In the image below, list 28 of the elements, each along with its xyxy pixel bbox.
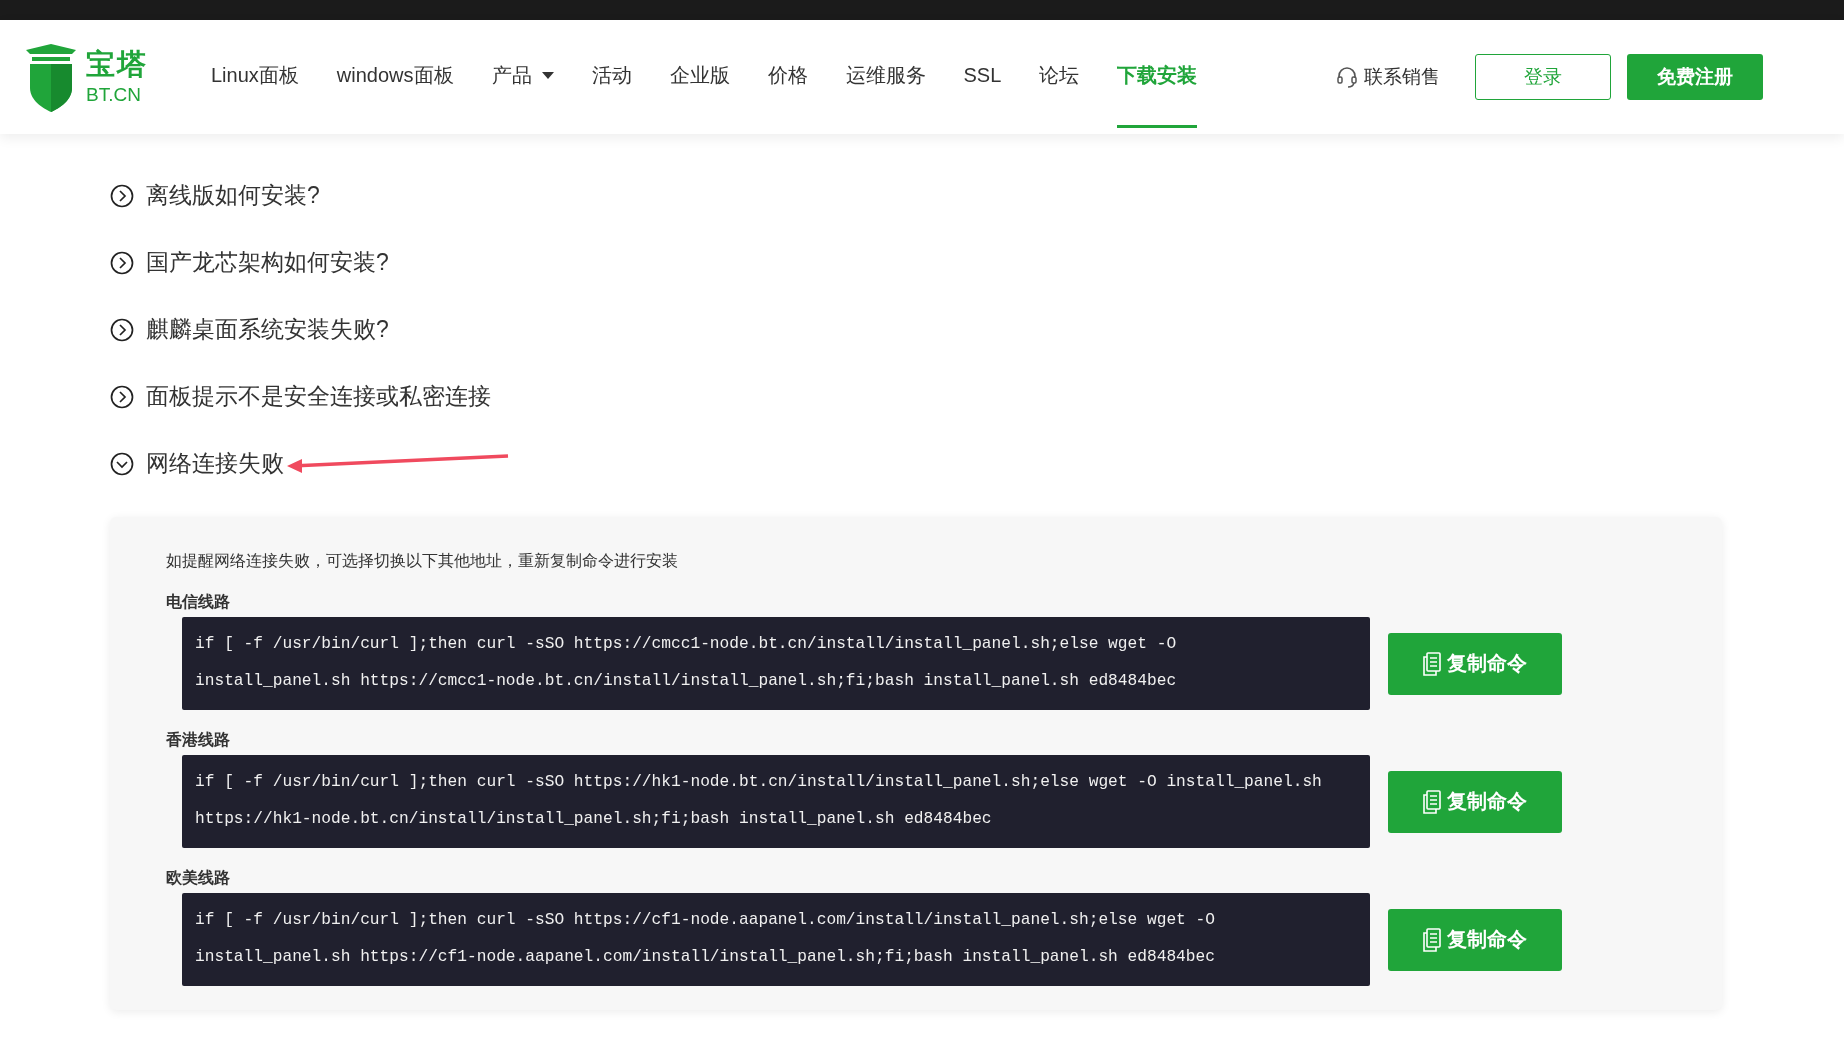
- faq-question[interactable]: 国产龙芯架构如何安装?: [146, 247, 389, 278]
- headset-icon: [1336, 66, 1359, 88]
- nav-link[interactable]: 论坛: [1020, 20, 1099, 134]
- document-icon: [1423, 651, 1441, 676]
- nav-link[interactable]: 价格: [748, 20, 827, 134]
- faq-question[interactable]: 离线版如何安装?: [146, 180, 320, 211]
- route-label: 电信线路: [166, 592, 231, 612]
- logo-domain: BT.CN: [86, 85, 142, 104]
- route-label: 香港线路: [166, 730, 231, 750]
- nav-link[interactable]: 产品: [472, 20, 573, 134]
- faq-question[interactable]: 麒麟桌面系统安装失败?: [146, 314, 389, 345]
- nav-link[interactable]: Linux面板: [192, 20, 318, 134]
- intro-text: 如提醒网络连接失败，可选择切换以下其他地址，重新复制命令进行安装: [166, 551, 679, 571]
- document-icon: [1423, 789, 1441, 814]
- nav-link[interactable]: 活动: [572, 20, 651, 134]
- document-icon: [1423, 927, 1441, 952]
- nav-link[interactable]: windows面板: [317, 20, 473, 134]
- route-label: 欧美线路: [166, 868, 231, 888]
- faq-question[interactable]: 网络连接失败: [146, 448, 284, 479]
- code-block: if [ -f /usr/bin/curl ];then curl -sSO https://cmcc1-node.bt.cn/install/install_panel.sh;else wget -O install_panel.sh https://cmcc1-node.bt.cn/install/install_panel.sh;fi;bash install_panel.sh ed8484bec: [182, 617, 1370, 710]
- code-block: if [ -f /usr/bin/curl ];then curl -sSO https://hk1-node.bt.cn/install/install_panel.sh;else wget -O install_panel.sh https://hk1-node.bt.cn/install/install_panel.sh;fi;bash install_panel.sh ed8484bec: [182, 755, 1370, 848]
- logo-name: 宝塔: [86, 50, 148, 79]
- nav-link[interactable]: 企业版: [650, 20, 749, 134]
- contact-sales-link[interactable]: 联系销售: [1364, 64, 1441, 90]
- nav-link[interactable]: SSL: [944, 20, 1021, 134]
- code-block: if [ -f /usr/bin/curl ];then curl -sSO https://cf1-node.aapanel.com/install/install_panel.sh;else wget -O install_panel.sh https://cf1-node.aapanel.com/install/install_panel.sh;fi;bash install_panel.sh ed8484bec: [182, 893, 1370, 986]
- faq-question[interactable]: 面板提示不是安全连接或私密连接: [146, 381, 491, 412]
- nav-link[interactable]: 运维服务: [826, 20, 945, 134]
